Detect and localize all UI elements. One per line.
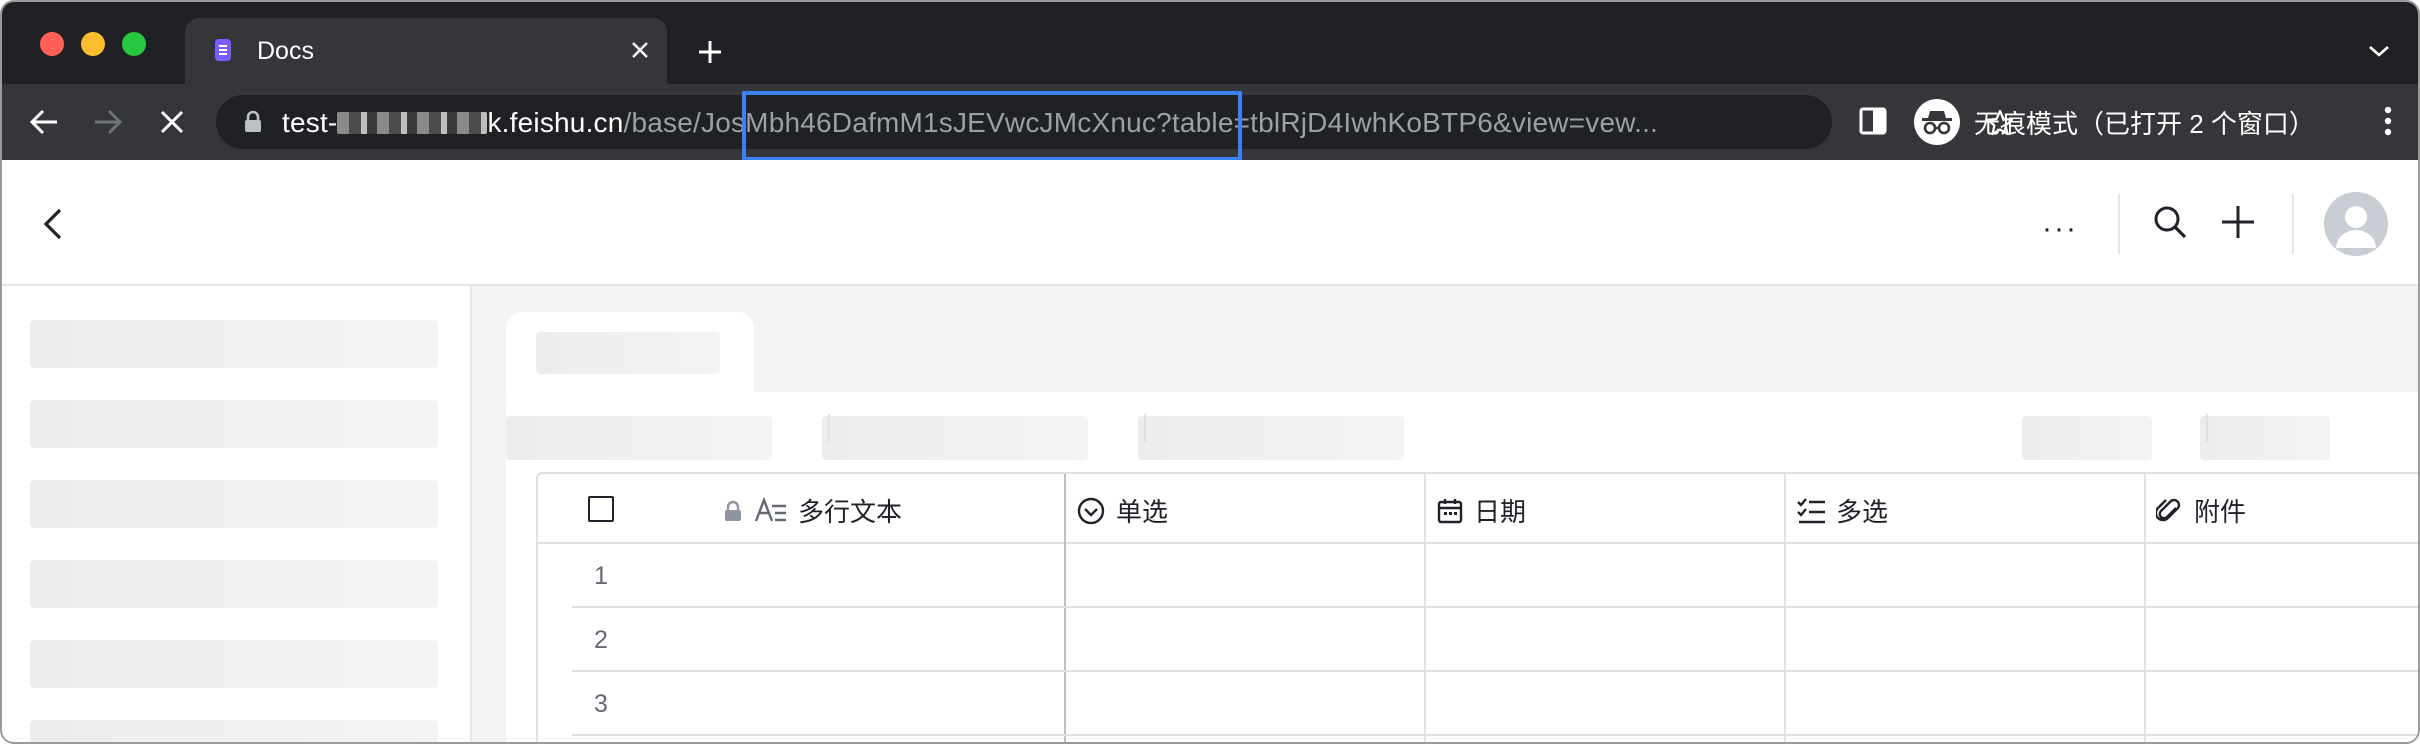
column-header-date[interactable]: 日期 (1436, 492, 1526, 529)
browser-window: Docs test-k.feishu.cn/base/JosMbh46DafmM… (0, 0, 2420, 744)
table-row[interactable]: 3 (538, 672, 2418, 736)
toolbar-skeleton (506, 416, 772, 460)
multiline-text-icon (754, 496, 786, 521)
toolbar-skeleton (2200, 416, 2330, 460)
column-header-multiline-text[interactable]: 多行文本 (722, 492, 902, 529)
column-label: 多行文本 (798, 497, 903, 527)
more-options-icon[interactable]: ··· (2042, 212, 2078, 246)
toolbar-separator (1144, 414, 1146, 442)
row-number: 2 (594, 626, 608, 654)
close-window-button[interactable] (40, 32, 64, 56)
incognito-indicator[interactable]: 无痕模式（已打开 2 个窗口） (1914, 96, 2315, 148)
sidebar-skeleton-item (30, 720, 438, 742)
browser-menu-icon[interactable] (2384, 106, 2392, 141)
sidebar-skeleton-item (30, 320, 438, 368)
row-number: 3 (594, 690, 608, 718)
sidebar-skeleton-item (30, 560, 438, 608)
toolbar-separator (828, 414, 830, 442)
url-host-prefix: test- (282, 107, 338, 138)
sidebar-skeleton-item (30, 400, 438, 448)
column-header-attachment[interactable]: 附件 (2156, 492, 2246, 529)
side-panel-icon[interactable] (1858, 106, 1888, 141)
incognito-icon (1914, 99, 1960, 145)
tab-strip: Docs (2, 2, 2418, 84)
tab-title: Docs (257, 37, 314, 65)
header-divider (2118, 194, 2120, 254)
column-label: 单选 (1116, 497, 1169, 527)
lock-icon (244, 110, 262, 139)
lock-icon (725, 500, 741, 521)
tab-search-chevron-icon[interactable] (2364, 36, 2394, 66)
single-select-icon (1077, 497, 1105, 524)
toolbar-skeleton (1138, 416, 1404, 460)
column-label: 附件 (2194, 497, 2247, 527)
column-header-single-select[interactable]: 单选 (1076, 492, 1168, 529)
grid-header: 多行文本 单选 日期 多选 附件 (538, 474, 2418, 544)
calendar-icon (1437, 498, 1463, 523)
row-number: 1 (594, 562, 608, 590)
tab-close-icon[interactable] (623, 33, 657, 67)
active-tab[interactable]: Docs (185, 18, 667, 84)
forward-arrow-icon[interactable] (86, 100, 130, 144)
column-label: 日期 (1474, 497, 1527, 527)
column-header-multi-select[interactable]: 多选 (1796, 492, 1888, 529)
select-all-checkbox[interactable] (588, 496, 614, 522)
header-divider (2292, 194, 2294, 254)
table-tab-skeleton (536, 332, 720, 374)
column-label: 多选 (1836, 497, 1889, 527)
table-tab[interactable] (506, 312, 754, 398)
url-host-suffix: k.feishu.cn (487, 107, 624, 138)
toolbar-skeleton (2022, 416, 2152, 460)
docs-favicon-icon (213, 37, 233, 63)
row-divider (572, 734, 2418, 736)
paperclip-icon (2156, 498, 2181, 521)
back-arrow-icon[interactable] (22, 100, 66, 144)
search-icon[interactable] (2152, 204, 2188, 245)
app-header: ··· (2, 160, 2418, 286)
incognito-label: 无痕模式（已打开 2 个窗口） (1974, 108, 2315, 139)
table-row[interactable]: 2 (538, 608, 2418, 672)
toolbar-separator (2206, 414, 2208, 442)
maximize-window-button[interactable] (122, 32, 146, 56)
stop-loading-icon[interactable] (150, 100, 194, 144)
back-chevron-icon[interactable] (40, 206, 68, 247)
toolbar-skeleton (822, 416, 1088, 460)
minimize-window-button[interactable] (81, 32, 105, 56)
redacted-host-segment (337, 112, 488, 134)
sidebar-skeleton-item (30, 480, 438, 528)
add-icon[interactable] (2220, 204, 2256, 245)
avatar[interactable] (2324, 192, 2388, 256)
sidebar (2, 286, 472, 742)
sidebar-skeleton-item (30, 640, 438, 688)
data-grid: 多行文本 单选 日期 多选 附件 1 2 3 (536, 472, 2418, 742)
multi-select-icon (1797, 497, 1825, 523)
new-tab-button[interactable] (690, 32, 730, 72)
url-highlight-box (742, 91, 1242, 161)
table-row[interactable]: 1 (538, 544, 2418, 608)
